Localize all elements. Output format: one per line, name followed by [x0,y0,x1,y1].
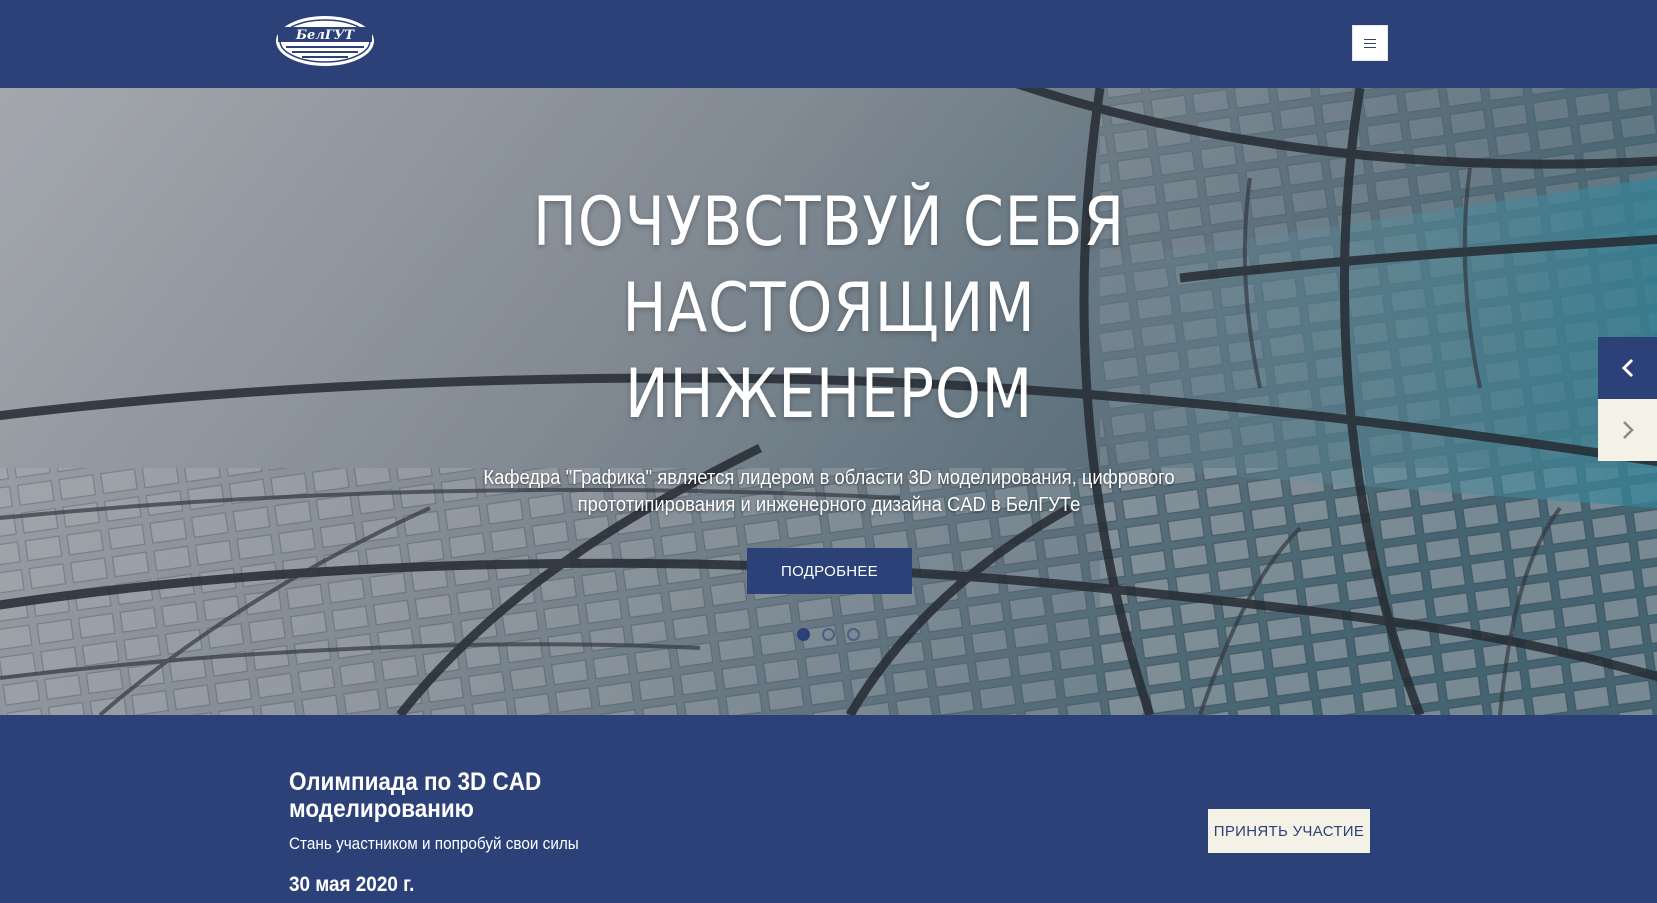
hero-title-line: НАСТОЯЩИМ [622,269,1036,348]
site-header: БелГУТ [0,0,1657,88]
hero-slider: ПОЧУВСТВУЙ СЕБЯ НАСТОЯЩИМ ИНЖЕНЕРОМ Кафе… [0,88,1657,715]
slider-dot-1[interactable] [797,628,810,641]
slider-next-button[interactable] [1598,399,1657,461]
hero-subtitle: Кафедра "Графика" является лидером в обл… [483,467,1175,516]
olympiad-subtitle: Стань участником и попробуй свои силы [289,834,579,853]
slider-dots [0,628,1657,641]
hero-title: ПОЧУВСТВУЙ СЕБЯ НАСТОЯЩИМ ИНЖЕНЕРОМ [399,180,1259,438]
logo-text: БелГУТ [295,28,355,43]
hero-title-line: ИНЖЕНЕРОМ [624,355,1034,434]
olympiad-title: Олимпиада по 3D CAD моделированию [289,768,542,823]
more-button[interactable]: ПОДРОБНЕЕ [747,548,912,594]
olympiad-date: 30 мая 2020 г. [289,873,415,896]
menu-button[interactable] [1352,25,1388,61]
slider-prev-button[interactable] [1598,337,1657,399]
chevron-right-icon [1622,421,1634,439]
belgut-logo[interactable]: БелГУТ [274,14,376,68]
hamburger-menu-icon [1364,38,1376,48]
join-button[interactable]: ПРИНЯТЬ УЧАСТИЕ [1208,809,1370,853]
slider-dot-2[interactable] [822,628,835,641]
olympiad-section: Олимпиада по 3D CAD моделированию Стань … [0,715,1657,903]
slider-dot-3[interactable] [847,628,860,641]
hero-title-line: ПОЧУВСТВУЙ СЕБЯ [533,183,1125,262]
chevron-left-icon [1621,358,1633,378]
